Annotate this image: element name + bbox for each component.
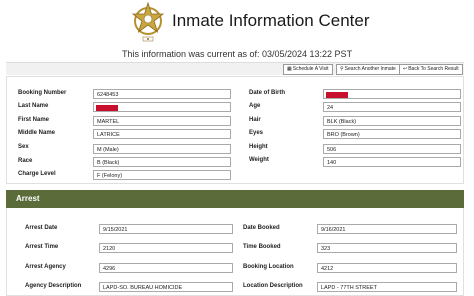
schedule-visit-button[interactable]: ▦Schedule A Visit [283, 64, 333, 75]
arrest-date-label: Arrest Date [25, 225, 58, 231]
inmate-details-panel: Booking Number 6248453 Last Name First N… [6, 76, 464, 184]
charge-level-label: Charge Level [18, 171, 56, 177]
date-booked-label: Date Booked [243, 225, 280, 231]
arrest-agency-field: 4296 [99, 263, 233, 273]
time-booked-field: 323 [317, 243, 457, 253]
sex-field: M (Male) [93, 144, 231, 154]
eyes-field: BRO (Brown) [323, 129, 461, 139]
time-booked-label: Time Booked [243, 244, 281, 250]
location-description-field: LAPD - 77TH STREET [317, 282, 457, 292]
first-name-field: MARTEL [93, 116, 231, 126]
date-booked-field: 9/16/2021 [317, 224, 457, 234]
page-title: Inmate Information Center [172, 11, 370, 30]
back-to-results-button[interactable]: ↩Back To Search Result [399, 64, 463, 75]
race-field: B (Black) [93, 157, 231, 167]
weight-field: 140 [323, 157, 461, 167]
arrest-details-panel: Arrest Date 9/15/2021 Arrest Time 2120 A… [6, 208, 464, 296]
last-name-label: Last Name [18, 103, 49, 109]
height-label: Height [249, 144, 268, 150]
age-field: 24 [323, 102, 461, 112]
last-name-field [93, 102, 231, 112]
arrest-time-field: 2120 [99, 243, 233, 253]
arrest-section-title: Arrest [16, 194, 40, 203]
age-label: Age [249, 103, 261, 109]
date-of-birth-label: Date of Birth [249, 90, 285, 96]
action-toolbar: ▦Schedule A Visit ⚲Search Another Inmate… [6, 62, 464, 75]
booking-location-label: Booking Location [243, 264, 294, 270]
arrest-date-field: 9/15/2021 [99, 224, 233, 234]
weight-label: Weight [249, 157, 269, 163]
calendar-icon: ▦ [287, 66, 292, 72]
back-arrow-icon: ↩ [403, 66, 408, 72]
arrest-time-label: Arrest Time [25, 244, 59, 250]
search-icon: ⚲ [340, 66, 344, 72]
arrest-agency-label: Arrest Agency [25, 264, 66, 270]
booking-number-label: Booking Number [18, 90, 67, 96]
location-description-label: Location Description [243, 283, 303, 289]
charge-level-field: F (Felony) [93, 170, 231, 180]
hair-label: Hair [249, 117, 261, 123]
booking-location-field: 4212 [317, 263, 457, 273]
arrest-section-header: Arrest [6, 190, 464, 208]
booking-number-field: 6248453 [93, 89, 231, 99]
current-as-of-text: This information was current as of: 03/0… [121, 49, 353, 59]
agency-description-field: LAPD-SO. BUREAU HOMICIDE [99, 282, 233, 292]
sex-label: Sex [18, 144, 29, 150]
middle-name-label: Middle Name [18, 130, 56, 136]
first-name-label: First Name [18, 117, 50, 123]
date-of-birth-field [323, 89, 461, 99]
sheriff-badge-icon [131, 2, 165, 42]
height-field: 506 [323, 144, 461, 154]
eyes-label: Eyes [249, 130, 264, 136]
redaction-mark [326, 92, 348, 98]
page-header: Inmate Information Center This informati… [0, 0, 474, 62]
search-another-inmate-button[interactable]: ⚲Search Another Inmate [336, 64, 400, 75]
hair-field: BLK (Black) [323, 116, 461, 126]
agency-description-label: Agency Description [25, 283, 82, 289]
redaction-mark [96, 105, 118, 111]
race-label: Race [18, 158, 33, 164]
middle-name-field: LATRICE [93, 129, 231, 139]
